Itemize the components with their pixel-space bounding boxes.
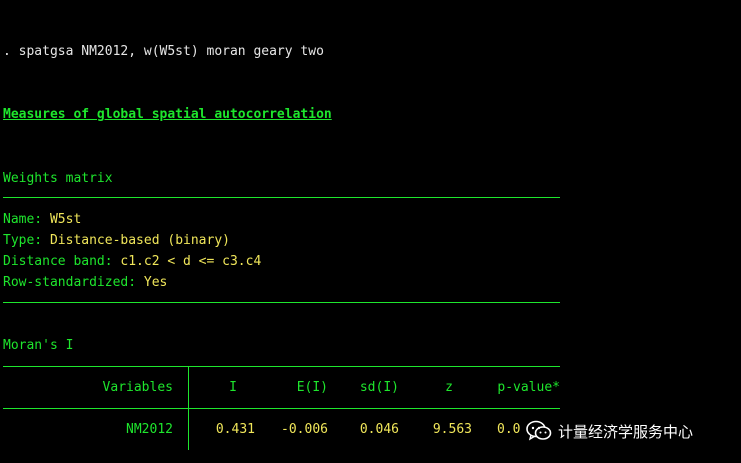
row-variable-name: NM2012	[126, 422, 173, 437]
moran-mid-rule	[3, 408, 560, 409]
moran-title: Moran's I	[3, 338, 74, 353]
moran-top-rule	[3, 366, 560, 367]
weights-rowstd-label: Row-standardized:	[3, 275, 137, 290]
results-heading: Measures of global spatial autocorrelati…	[3, 107, 332, 122]
weights-top-rule	[3, 197, 560, 198]
weights-band-value: c1.c2 < d <= c3.c4	[120, 254, 262, 269]
col-header-i: I	[229, 380, 237, 395]
weights-type-value: Distance-based (binary)	[49, 233, 230, 248]
col-header-sdi: sd(I)	[359, 380, 399, 395]
weights-name-label: Name:	[3, 212, 43, 227]
weights-rowstd-row: Row-standardized: Yes	[3, 275, 167, 291]
command-line: . spatgsa NM2012, w(W5st) moran geary tw…	[3, 44, 324, 59]
col-header-ei: E(I)	[296, 380, 328, 395]
weights-bottom-rule	[3, 302, 560, 303]
row-value-ei: -0.006	[281, 422, 328, 437]
weights-type-row: Type: Distance-based (binary)	[3, 233, 230, 249]
weights-band-row: Distance band: c1.c2 < d <= c3.c4	[3, 254, 261, 270]
weights-band-label: Distance band:	[3, 254, 113, 269]
watermark-text: 计量经济学服务中心	[558, 422, 694, 441]
col-header-p-value: p-value*	[497, 380, 560, 395]
weights-type-label: Type:	[3, 233, 43, 248]
row-value-sdi: 0.046	[359, 422, 399, 437]
col-header-variables: Variables	[102, 380, 173, 395]
row-value-i: 0.431	[215, 422, 255, 437]
row-value-z: 9.563	[432, 422, 472, 437]
watermark: 计量经济学服务中心	[526, 415, 693, 447]
weights-name-value: W5st	[49, 212, 82, 227]
wechat-icon	[526, 420, 552, 442]
weights-rowstd-value: Yes	[143, 275, 168, 290]
weights-name-row: Name: W5st	[3, 212, 81, 228]
col-header-z: z	[445, 380, 453, 395]
weights-matrix-title: Weights matrix	[3, 171, 113, 186]
